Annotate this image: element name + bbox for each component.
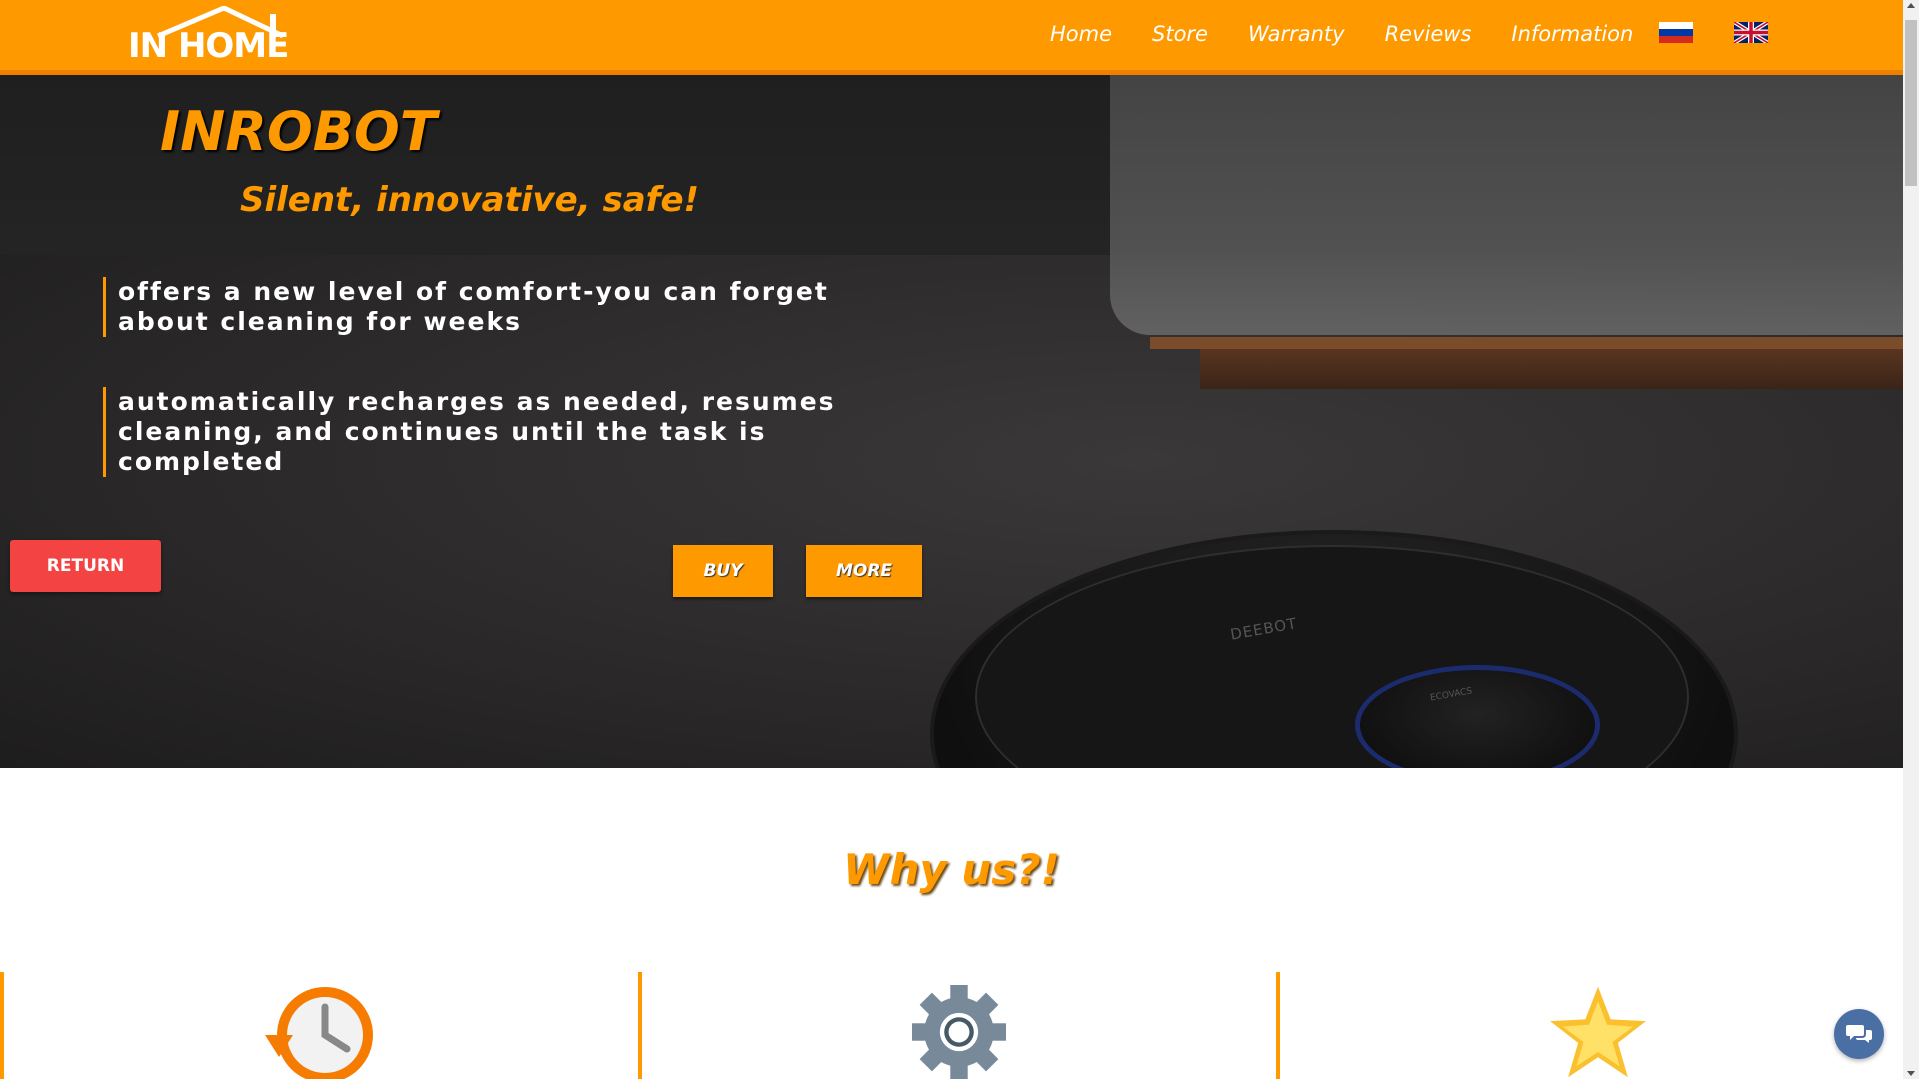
buy-button[interactable]: BUY [673,545,773,597]
column-divider [0,972,4,1079]
return-button[interactable]: RETURN [10,540,161,592]
star-icon [1550,986,1646,1078]
gear-icon [912,985,1006,1079]
nav-reviews[interactable]: Reviews [1385,22,1472,46]
scrollbar-thumb[interactable] [1905,20,1917,186]
nav-warranty[interactable]: Warranty [1248,22,1345,46]
scroll-up-arrow-icon[interactable] [1907,3,1915,8]
main-nav: Home Store Warranty Reviews Information [1050,22,1673,46]
nav-store[interactable]: Store [1152,22,1208,46]
chat-button[interactable] [1834,1009,1884,1059]
feature-text-1: offers a new level of comfort-you can fo… [103,277,858,337]
history-clock-icon [265,987,373,1079]
more-button[interactable]: MORE [806,545,922,597]
logo[interactable]: IN HOME [128,6,289,68]
header: IN HOME Home Store Warranty Reviews Info… [0,0,1903,75]
nav-information[interactable]: Information [1511,22,1633,46]
uk-flag-icon[interactable] [1734,22,1768,43]
sofa-leg [1200,349,1903,389]
logo-text: IN HOME [128,26,289,66]
why-us-heading: Why us?! [843,845,1060,894]
hero-subtitle: Silent, innovative, safe! [240,180,700,220]
sofa-base [1150,337,1903,349]
hero-background-sofa [1110,75,1903,335]
column-divider [638,972,642,1079]
nav-home[interactable]: Home [1050,22,1112,46]
hero-title: INROBOT [160,100,437,163]
russian-flag-icon[interactable] [1659,22,1693,43]
column-divider [1276,972,1280,1079]
chat-bubbles-icon [1846,1025,1872,1043]
feature-text-2: automatically recharges as needed, resum… [103,387,858,477]
scroll-down-arrow-icon[interactable] [1907,1071,1915,1076]
scrollbar[interactable] [1903,0,1919,1079]
